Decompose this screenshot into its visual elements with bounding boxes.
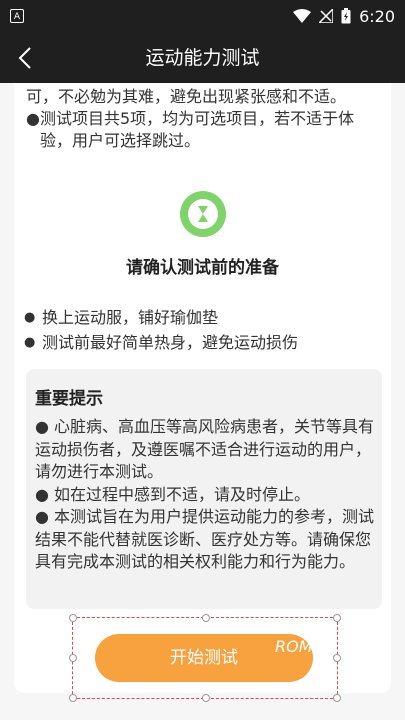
resize-handle[interactable] [333,614,341,622]
notice-item: ● 如在过程中感到不适，请及时停止。 [35,484,311,504]
bottom-area [0,700,405,720]
list-item: ● 测试前最好简单热身，避免运动损伤 [24,330,380,355]
important-notice-box: 重要提示 ● 心脏病、高血压等高风险病患者，关节等具有运动损伤者，及遵医嘱不适合… [26,369,382,609]
battery-icon [341,8,351,24]
resize-handle[interactable] [69,694,77,702]
notice-item: ● 心脏病、高血压等高风险病患者，关节等具有运动损伤者，及遵医嘱不适合进行运动的… [35,417,375,481]
resize-handle[interactable] [69,614,77,622]
timer-badge-inner [188,199,218,229]
resize-handle[interactable] [333,694,341,702]
bullet-dot: ● [26,109,40,128]
test-info-card: 可，不必勉为其难，避免出现紧张感和不适。 ● 测试项目共5项，均为可选项目，若不… [14,83,391,693]
selection-box[interactable] [69,614,341,702]
bullet-dot: ● [24,310,36,325]
notice-body: ● 心脏病、高血压等高风险病患者，关节等具有运动损伤者，及遵医嘱不适合进行运动的… [35,416,377,574]
resize-handle[interactable] [202,694,210,702]
page-title: 运动能力测试 [145,47,260,69]
notification-app-icon: A [10,9,24,23]
resize-handle[interactable] [333,654,341,662]
intro-line: 可，不必勉为其难，避免出现紧张感和不适。 [26,87,347,106]
intro-bullet: ● 测试项目共5项，均为可选项目，若不适于体验，用户可选择跳过。 [26,108,382,152]
notice-item: ● 本测试旨在为用户提供运动能力的参考，测试结果不能代替就医诊断、医疗处方等。请… [35,507,375,571]
timer-badge-icon [180,191,226,237]
intro-text: 可，不必勉为其难，避免出现紧张感和不适。 ● 测试项目共5项，均为可选项目，若不… [26,86,382,152]
clock: 6:20 [359,6,395,26]
prep-list: ● 换上运动服，铺好瑜伽垫 ● 测试前最好简单热身，避免运动损伤 [24,305,380,355]
intro-bullet-text: 测试项目共5项，均为可选项目，若不适于体验，用户可选择跳过。 [40,109,355,150]
prep-title: 请确认测试前的准备 [126,258,279,278]
notice-title: 重要提示 [35,389,103,409]
resize-handle[interactable] [69,654,77,662]
bullet-dot: ● [24,335,36,350]
app-header: 运动能力测试 [0,33,405,83]
resize-handle[interactable] [202,614,210,622]
prep-item-text: 测试前最好简单热身，避免运动损伤 [42,333,299,352]
status-icons: 6:20 [293,6,395,26]
list-item: ● 换上运动服，铺好瑜伽垫 [24,305,380,330]
status-bar: A 6:20 [0,0,405,33]
wifi-icon [293,9,312,23]
signal-icon [319,9,334,23]
hourglass-icon [198,206,208,222]
prep-item-text: 换上运动服，铺好瑜伽垫 [42,308,219,327]
